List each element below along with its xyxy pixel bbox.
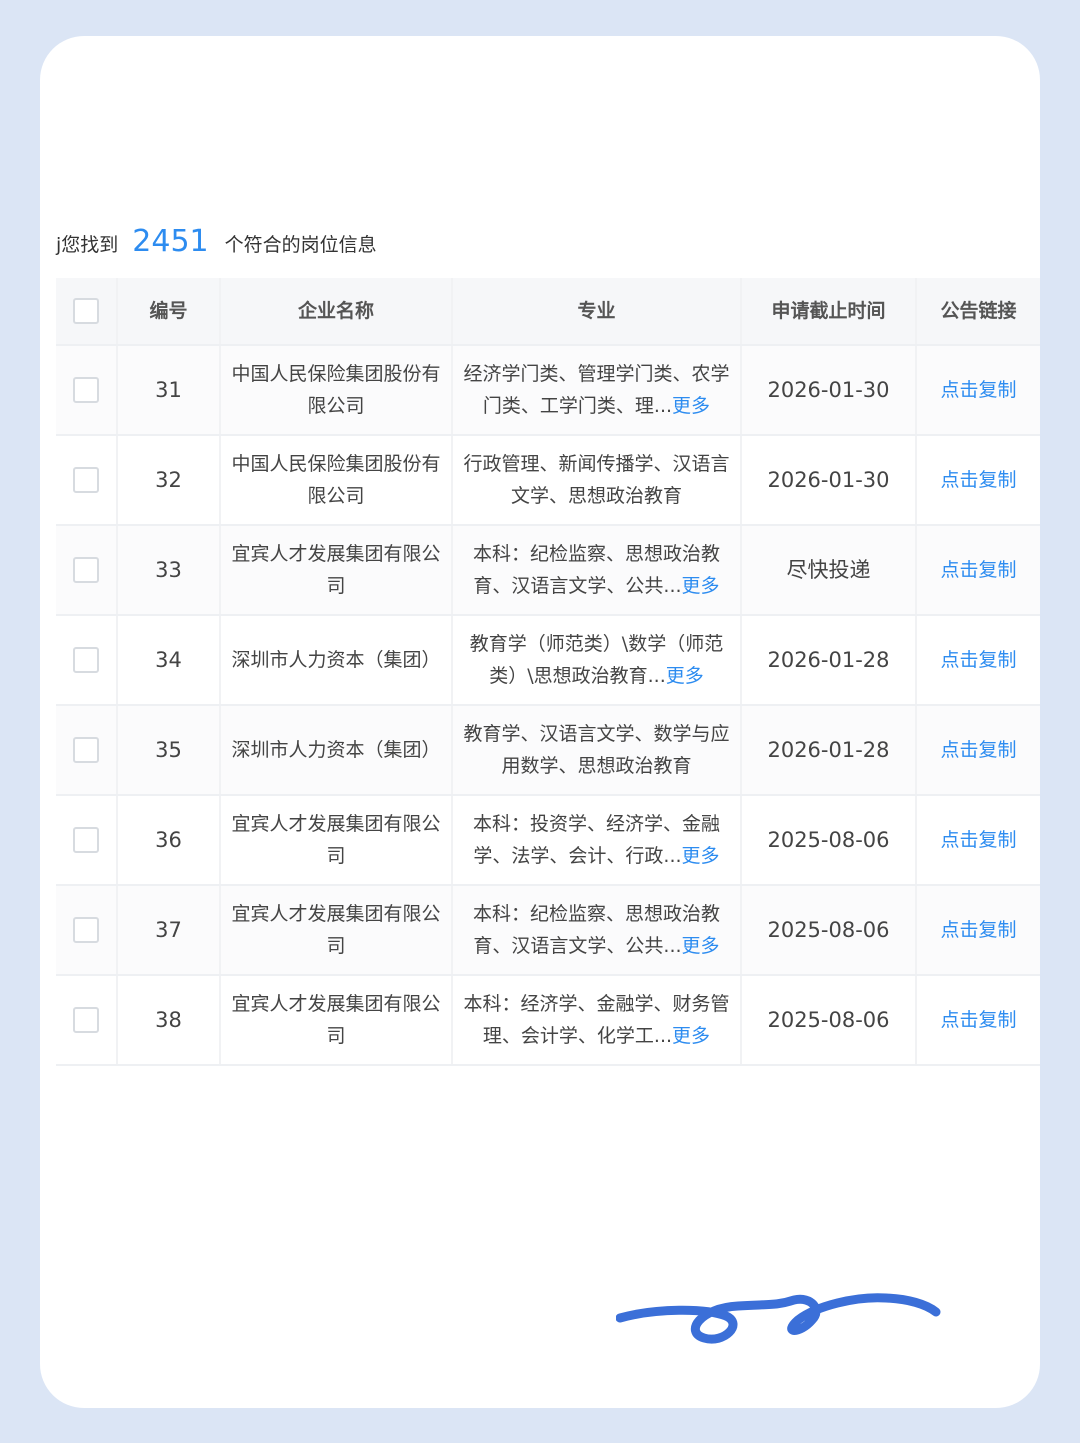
result-summary: j您找到 2451 个符合的岗位信息 — [56, 224, 377, 259]
row-check-cell — [56, 976, 118, 1064]
row-deadline: 2025-08-06 — [742, 796, 917, 884]
row-major: 本科：纪检监察、思想政治教育、汉语言文学、公共...更多 — [453, 526, 742, 614]
row-link-cell: 点击复制 — [917, 616, 1040, 704]
copy-link[interactable]: 点击复制 — [940, 734, 1016, 766]
row-major: 教育学、汉语言文学、数学与应用数学、思想政治教育 — [453, 706, 742, 794]
row-company-name: 宜宾人才发展集团有限公司 — [221, 886, 453, 974]
squiggle-decoration — [616, 1293, 941, 1344]
row-check-cell — [56, 886, 118, 974]
row-number: 34 — [118, 616, 221, 704]
row-check-cell — [56, 706, 118, 794]
row-company-name: 深圳市人力资本（集团） — [221, 706, 453, 794]
row-company-name: 中国人民保险集团股份有限公司 — [221, 436, 453, 524]
summary-prefix: j您找到 — [56, 234, 119, 256]
copy-link[interactable]: 点击复制 — [940, 644, 1016, 676]
row-link-cell: 点击复制 — [917, 436, 1040, 524]
row-number: 35 — [118, 706, 221, 794]
row-link-cell: 点击复制 — [917, 346, 1040, 434]
row-deadline: 2025-08-06 — [742, 976, 917, 1064]
row-deadline: 2025-08-06 — [742, 886, 917, 974]
row-company-name: 中国人民保险集团股份有限公司 — [221, 346, 453, 434]
copy-link[interactable]: 点击复制 — [940, 914, 1016, 946]
row-major-text: 教育学、汉语言文学、数学与应用数学、思想政治教育 — [463, 723, 730, 777]
row-check-cell — [56, 436, 118, 524]
row-major: 经济学门类、管理学门类、农学门类、工学门类、理...更多 — [453, 346, 742, 434]
row-check-cell — [56, 616, 118, 704]
copy-link[interactable]: 点击复制 — [940, 464, 1016, 496]
header-major[interactable]: 专业 — [453, 278, 742, 344]
row-checkbox[interactable] — [73, 377, 99, 403]
row-company-name: 宜宾人才发展集团有限公司 — [221, 526, 453, 614]
row-number: 36 — [118, 796, 221, 884]
more-link[interactable]: 更多 — [682, 575, 720, 597]
row-checkbox[interactable] — [73, 737, 99, 763]
row-checkbox[interactable] — [73, 557, 99, 583]
header-company[interactable]: 企业名称 — [221, 278, 453, 344]
row-check-cell — [56, 796, 118, 884]
row-company-name: 深圳市人力资本（集团） — [221, 616, 453, 704]
table-header-row: 编号 企业名称 专业 申请截止时间 公告链接 — [56, 278, 1040, 346]
more-link[interactable]: 更多 — [672, 1025, 710, 1047]
row-major: 教育学（师范类）\数学（师范类）\思想政治教育...更多 — [453, 616, 742, 704]
row-company-name: 宜宾人才发展集团有限公司 — [221, 976, 453, 1064]
row-major-text: 行政管理、新闻传播学、汉语言文学、思想政治教育 — [463, 453, 730, 507]
row-number: 32 — [118, 436, 221, 524]
row-checkbox[interactable] — [73, 467, 99, 493]
row-major: 本科：投资学、经济学、金融学、法学、会计、行政...更多 — [453, 796, 742, 884]
more-link[interactable]: 更多 — [682, 935, 720, 957]
table-body: 31 中国人民保险集团股份有限公司 经济学门类、管理学门类、农学门类、工学门类、理.… — [56, 346, 1040, 1066]
table-row[interactable]: 31 中国人民保险集团股份有限公司 经济学门类、管理学门类、农学门类、工学门类、理.… — [56, 346, 1040, 436]
row-deadline: 2026-01-28 — [742, 616, 917, 704]
row-link-cell: 点击复制 — [917, 976, 1040, 1064]
row-number: 38 — [118, 976, 221, 1064]
summary-suffix: 个符合的岗位信息 — [224, 234, 377, 256]
content-card: j您找到 2451 个符合的岗位信息 编号 企业名称 专业 申请截止时间 公告链… — [40, 36, 1040, 1408]
row-checkbox[interactable] — [73, 917, 99, 943]
select-all-checkbox[interactable] — [73, 298, 99, 324]
row-check-cell — [56, 526, 118, 614]
row-company-name: 宜宾人才发展集团有限公司 — [221, 796, 453, 884]
result-count: 2451 — [132, 224, 209, 259]
copy-link[interactable]: 点击复制 — [940, 1004, 1016, 1036]
row-checkbox[interactable] — [73, 647, 99, 673]
row-deadline: 尽快投递 — [742, 526, 917, 614]
row-link-cell: 点击复制 — [917, 886, 1040, 974]
row-major: 本科：纪检监察、思想政治教育、汉语言文学、公共...更多 — [453, 886, 742, 974]
more-link[interactable]: 更多 — [672, 395, 710, 417]
row-checkbox[interactable] — [73, 1007, 99, 1033]
table-row[interactable]: 33 宜宾人才发展集团有限公司 本科：纪检监察、思想政治教育、汉语言文学、公共...… — [56, 526, 1040, 616]
row-major: 本科：经济学、金融学、财务管理、会计学、化学工...更多 — [453, 976, 742, 1064]
copy-link[interactable]: 点击复制 — [940, 554, 1016, 586]
row-checkbox[interactable] — [73, 827, 99, 853]
row-major: 行政管理、新闻传播学、汉语言文学、思想政治教育 — [453, 436, 742, 524]
table-row[interactable]: 35 深圳市人力资本（集团） 教育学、汉语言文学、数学与应用数学、思想政治教育 202… — [56, 706, 1040, 796]
table-row[interactable]: 37 宜宾人才发展集团有限公司 本科：纪检监察、思想政治教育、汉语言文学、公共...… — [56, 886, 1040, 976]
header-check-cell — [56, 278, 118, 344]
row-deadline: 2026-01-28 — [742, 706, 917, 794]
copy-link[interactable]: 点击复制 — [940, 374, 1016, 406]
row-link-cell: 点击复制 — [917, 796, 1040, 884]
more-link[interactable]: 更多 — [666, 665, 704, 687]
row-deadline: 2026-01-30 — [742, 436, 917, 524]
row-link-cell: 点击复制 — [917, 526, 1040, 614]
table-row[interactable]: 34 深圳市人力资本（集团） 教育学（师范类）\数学（师范类）\思想政治教育...更… — [56, 616, 1040, 706]
row-link-cell: 点击复制 — [917, 706, 1040, 794]
copy-link[interactable]: 点击复制 — [940, 824, 1016, 856]
header-number[interactable]: 编号 — [118, 278, 221, 344]
job-table: 编号 企业名称 专业 申请截止时间 公告链接 31 中国人民保险集团股份有限公司经… — [56, 278, 1040, 1066]
row-deadline: 2026-01-30 — [742, 346, 917, 434]
more-link[interactable]: 更多 — [682, 845, 720, 867]
table-row[interactable]: 38 宜宾人才发展集团有限公司 本科：经济学、金融学、财务管理、会计学、化学工...… — [56, 976, 1040, 1066]
header-deadline[interactable]: 申请截止时间 — [742, 278, 917, 344]
table-row[interactable]: 36 宜宾人才发展集团有限公司 本科：投资学、经济学、金融学、法学、会计、行政...… — [56, 796, 1040, 886]
table-row[interactable]: 32 中国人民保险集团股份有限公司 行政管理、新闻传播学、汉语言文学、思想政治教育 2… — [56, 436, 1040, 526]
row-number: 33 — [118, 526, 221, 614]
row-number: 37 — [118, 886, 221, 974]
row-number: 31 — [118, 346, 221, 434]
header-link[interactable]: 公告链接 — [917, 278, 1040, 344]
row-check-cell — [56, 346, 118, 434]
